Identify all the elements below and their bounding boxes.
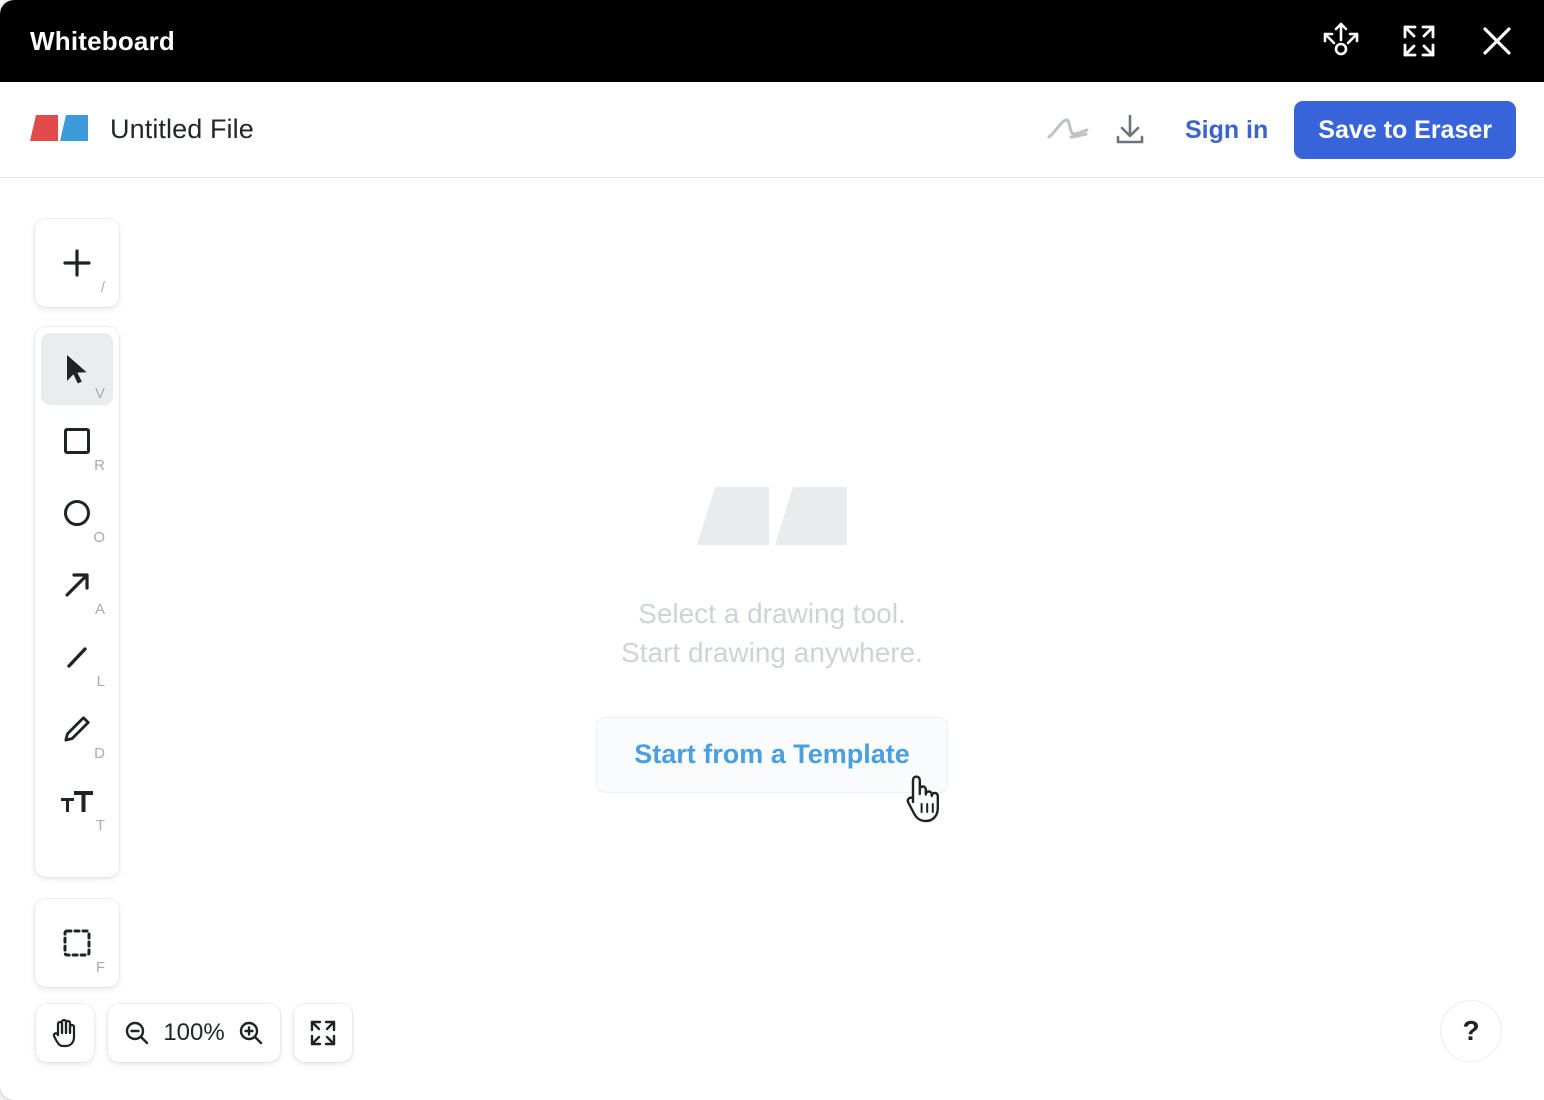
line-tool[interactable]: L: [41, 621, 113, 693]
sign-in-link[interactable]: Sign in: [1161, 116, 1294, 145]
maximize-icon[interactable]: [1394, 16, 1444, 66]
frame-tool[interactable]: F: [41, 907, 113, 979]
ellipse-tool-shortcut: O: [93, 530, 105, 545]
save-to-eraser-button[interactable]: Save to Eraser: [1294, 101, 1516, 159]
text-tool-shortcut: T: [96, 818, 105, 833]
scribble-icon[interactable]: [1037, 101, 1099, 159]
download-icon[interactable]: [1099, 101, 1161, 159]
add-tool-shortcut: /: [101, 280, 105, 295]
canvas[interactable]: [0, 178, 1544, 1100]
frame-panel: F: [35, 899, 119, 987]
add-panel: /: [35, 219, 119, 307]
zoom-out-icon[interactable]: [120, 1013, 153, 1053]
add-tool[interactable]: /: [41, 227, 113, 299]
ellipse-tool[interactable]: O: [41, 477, 113, 549]
zoom-level-control: 100%: [108, 1004, 280, 1062]
close-icon[interactable]: [1472, 16, 1522, 66]
file-name[interactable]: Untitled File: [110, 114, 254, 145]
help-button[interactable]: ?: [1440, 1000, 1502, 1062]
zoom-level-value[interactable]: 100%: [157, 1019, 231, 1047]
app-window: Whiteboard: [0, 0, 1544, 1100]
brand: Untitled File: [28, 114, 254, 145]
rectangle-tool[interactable]: R: [41, 405, 113, 477]
draw-tool-shortcut: D: [94, 746, 105, 761]
window-title: Whiteboard: [30, 26, 175, 57]
line-tool-shortcut: L: [97, 674, 105, 689]
arrow-tool-shortcut: A: [95, 602, 105, 617]
tools-panel: V R O A L: [35, 327, 119, 877]
zoom-in-icon[interactable]: [235, 1013, 268, 1053]
select-tool-shortcut: V: [95, 386, 105, 401]
hand-icon[interactable]: [36, 1004, 94, 1062]
window-title-bar: Whiteboard: [0, 0, 1544, 82]
start-from-template-button[interactable]: Start from a Template: [596, 717, 948, 793]
text-tool[interactable]: T: [41, 765, 113, 837]
header-actions: Sign in Save to Eraser: [1037, 82, 1516, 178]
fit-to-screen-icon[interactable]: [294, 1004, 352, 1062]
rectangle-tool-shortcut: R: [94, 458, 105, 473]
window-controls: [1316, 16, 1522, 66]
select-tool[interactable]: V: [41, 333, 113, 405]
draw-tool[interactable]: D: [41, 693, 113, 765]
app-header: Untitled File Note Both Canvas S: [0, 82, 1544, 178]
eraser-logo: [28, 115, 90, 145]
zoom-controls: 100%: [36, 1004, 352, 1062]
frame-tool-shortcut: F: [96, 960, 105, 975]
move-window-icon[interactable]: [1316, 16, 1366, 66]
arrow-tool[interactable]: A: [41, 549, 113, 621]
